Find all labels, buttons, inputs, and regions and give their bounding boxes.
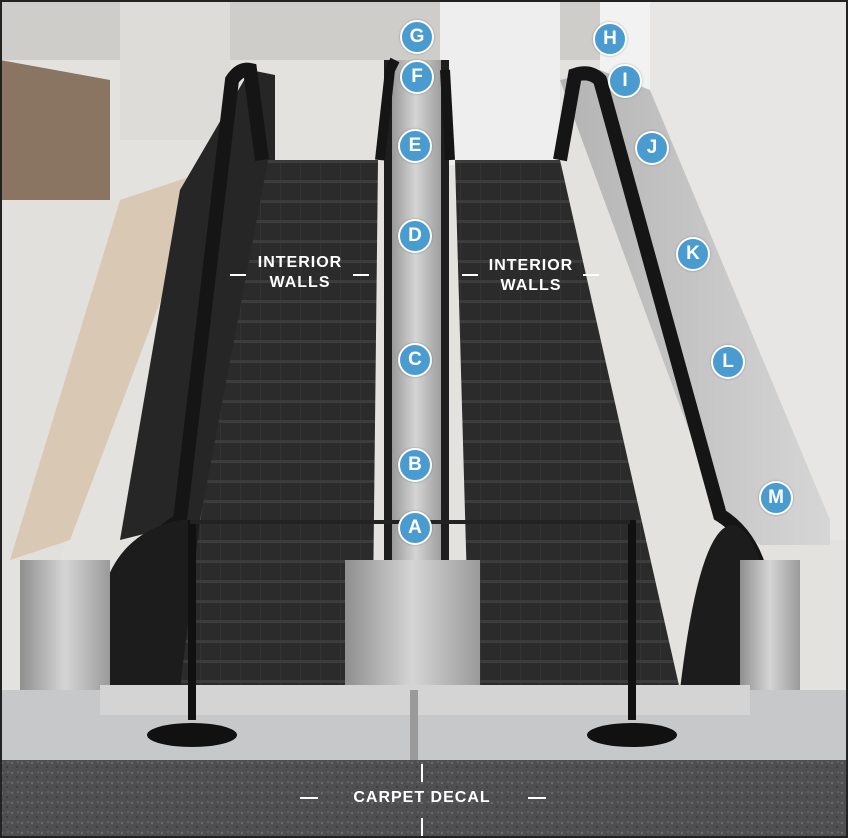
marker-f: F bbox=[400, 60, 434, 94]
marker-a: A bbox=[398, 511, 432, 545]
label-tick bbox=[300, 797, 318, 799]
label-line: INTERIOR bbox=[257, 254, 343, 271]
marker-k: K bbox=[676, 237, 710, 271]
marker-b: B bbox=[398, 448, 432, 482]
escalator-scene bbox=[0, 0, 848, 838]
label-line: INTERIOR bbox=[488, 257, 574, 274]
marker-h: H bbox=[593, 22, 627, 56]
marker-d: D bbox=[398, 219, 432, 253]
label-tick bbox=[353, 274, 369, 276]
marker-i: I bbox=[608, 64, 642, 98]
marker-g: G bbox=[400, 20, 434, 54]
escalator-photo: INTERIOR WALLS INTERIOR WALLS CARPET DEC… bbox=[0, 0, 848, 838]
marker-e: E bbox=[398, 129, 432, 163]
label-tick bbox=[421, 818, 423, 836]
carpet-decal-label: CARPET DECAL bbox=[353, 789, 491, 806]
label-line: WALLS bbox=[500, 277, 562, 294]
marker-l: L bbox=[711, 345, 745, 379]
interior-walls-left-label: INTERIOR WALLS bbox=[247, 253, 353, 293]
label-tick bbox=[528, 797, 546, 799]
label-tick bbox=[583, 274, 599, 276]
label-line: WALLS bbox=[269, 274, 331, 291]
marker-c: C bbox=[398, 343, 432, 377]
label-tick bbox=[462, 274, 478, 276]
marker-j: J bbox=[635, 131, 669, 165]
marker-m: M bbox=[759, 481, 793, 515]
label-tick bbox=[421, 764, 423, 782]
label-tick bbox=[230, 274, 246, 276]
interior-walls-right-label: INTERIOR WALLS bbox=[478, 256, 584, 296]
